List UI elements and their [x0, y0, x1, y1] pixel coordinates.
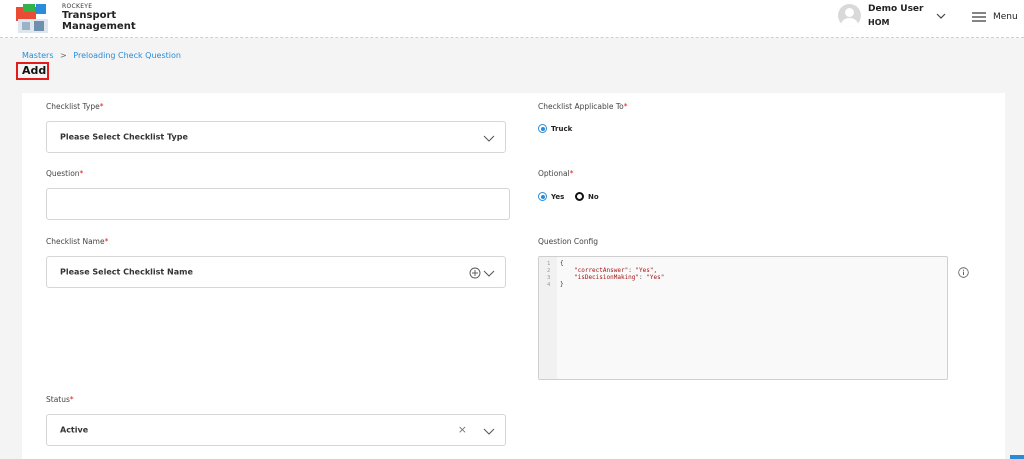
radio-optional-yes[interactable] [538, 192, 547, 201]
line-number: 4 [547, 282, 551, 288]
line-number: 2 [547, 268, 551, 274]
code-line-2: "correctAnswer": "Yes", [574, 267, 658, 274]
form-card: Checklist Type* Please Select Checklist … [22, 93, 1005, 459]
chevron-down-icon [483, 428, 495, 435]
status-value: Active [60, 425, 89, 435]
code-line-3: "isDecisionMaking": "Yes" [574, 274, 665, 281]
radio-truck-label[interactable]: Truck [551, 125, 572, 133]
checklist-name-label: Checklist Name* [46, 237, 109, 246]
brand-name-line2: Management [62, 21, 136, 32]
add-circle-icon[interactable] [469, 267, 481, 279]
checklist-name-placeholder: Please Select Checklist Name [60, 267, 193, 277]
breadcrumb: Masters > Preloading Check Question [22, 51, 181, 60]
checklist-name-select[interactable]: Please Select Checklist Name [46, 256, 506, 288]
user-name[interactable]: Demo User [868, 4, 923, 14]
code-line-4: } [560, 281, 564, 288]
brand-name-line1: Transport [62, 10, 117, 21]
brand-small-text: ROCKEYE [62, 3, 93, 10]
breadcrumb-masters-link[interactable]: Masters [22, 51, 54, 60]
code-line-1: { [560, 260, 564, 267]
menu-button-label[interactable]: Menu [993, 12, 1018, 22]
status-select[interactable]: Active × [46, 414, 506, 446]
user-avatar[interactable] [838, 4, 861, 27]
scroll-indicator [1010, 455, 1024, 459]
question-input[interactable] [46, 188, 510, 220]
clear-icon[interactable]: × [458, 423, 467, 436]
user-role[interactable]: HOM [868, 18, 889, 27]
chevron-down-icon[interactable] [935, 10, 947, 22]
radio-optional-yes-label[interactable]: Yes [551, 193, 564, 201]
question-config-editor[interactable]: 1 2 3 4 { "correctAnswer": "Yes", "isDec… [538, 256, 948, 380]
logo-icon [16, 4, 48, 33]
chevron-down-icon [483, 135, 495, 142]
applicable-to-label: Checklist Applicable To* [538, 102, 628, 111]
status-label: Status* [46, 395, 74, 404]
checklist-type-select[interactable]: Please Select Checklist Type [46, 121, 506, 153]
breadcrumb-current[interactable]: Preloading Check Question [73, 51, 181, 60]
radio-truck[interactable] [538, 124, 547, 133]
chevron-down-icon [483, 270, 495, 277]
top-bar: ROCKEYE Transport Management Demo User H… [0, 0, 1024, 38]
line-number: 1 [547, 261, 551, 267]
info-icon[interactable] [958, 267, 969, 278]
radio-optional-no-label[interactable]: No [588, 193, 599, 201]
checklist-type-label: Checklist Type* [46, 102, 104, 111]
optional-label: Optional* [538, 169, 574, 178]
checklist-type-placeholder: Please Select Checklist Type [60, 132, 188, 142]
breadcrumb-separator: > [60, 51, 67, 60]
question-label: Question* [46, 169, 84, 178]
question-config-label: Question Config [538, 237, 598, 246]
radio-optional-no[interactable] [575, 192, 584, 201]
hamburger-icon[interactable] [972, 11, 986, 23]
line-number: 3 [547, 275, 551, 281]
page-title: Add [16, 62, 49, 80]
